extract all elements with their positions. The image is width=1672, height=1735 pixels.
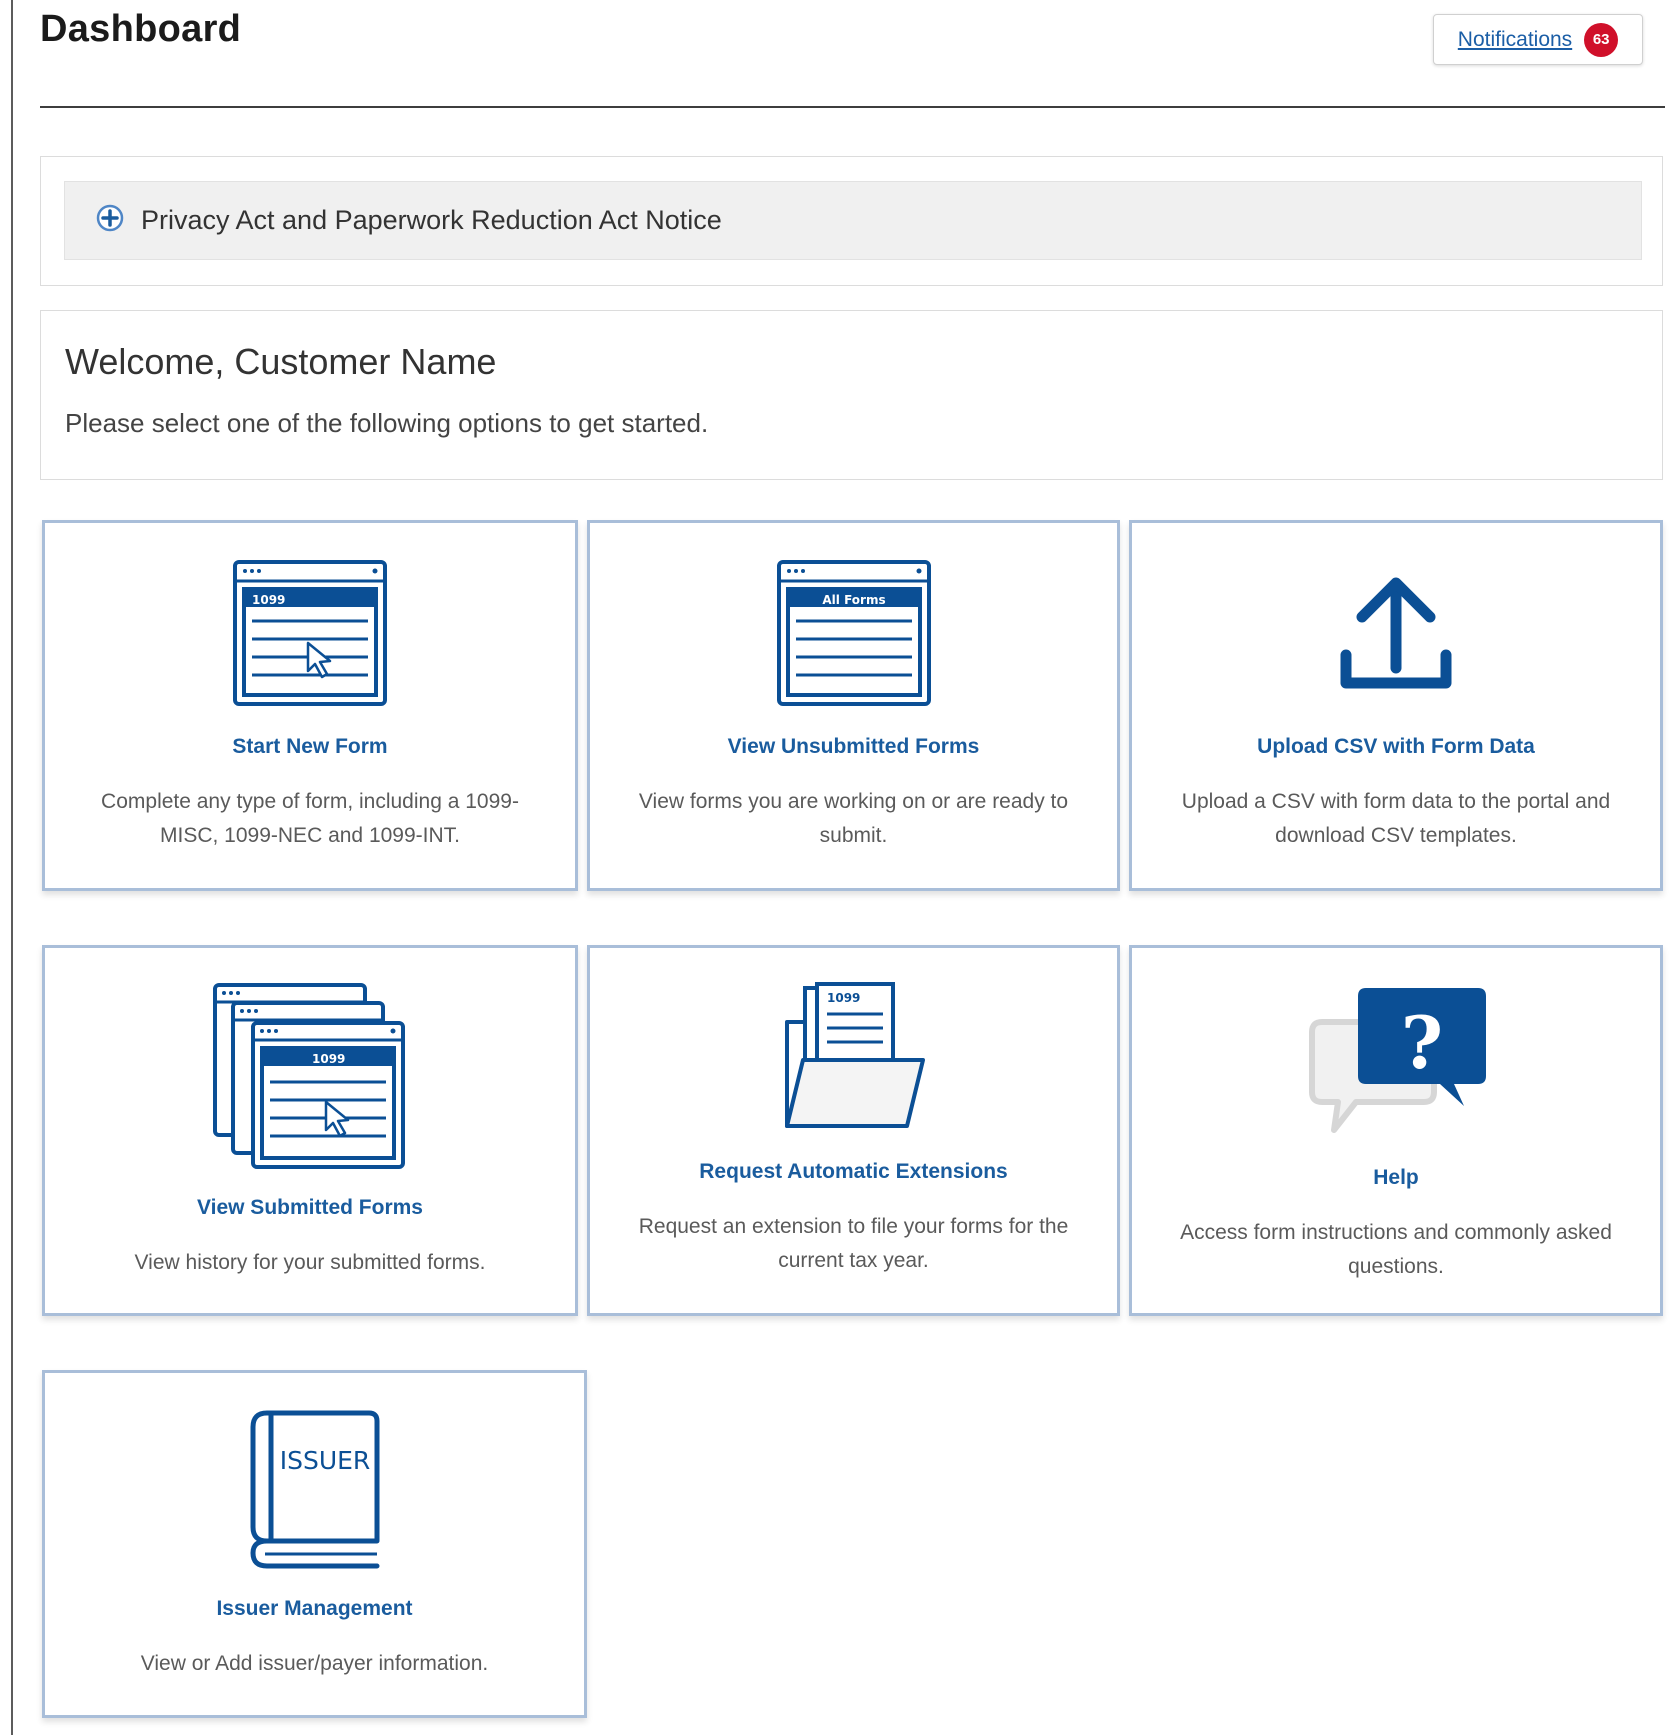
card-upload-csv[interactable]: Upload CSV with Form Data Upload a CSV w… bbox=[1129, 520, 1663, 891]
welcome-panel: Welcome, Customer Name Please select one… bbox=[40, 310, 1663, 480]
upload-icon bbox=[1132, 573, 1660, 693]
privacy-notice-label: Privacy Act and Paperwork Reduction Act … bbox=[141, 205, 722, 235]
privacy-notice-panel: Privacy Act and Paperwork Reduction Act … bbox=[40, 156, 1663, 286]
page-title: Dashboard bbox=[40, 8, 242, 50]
new-form-icon-label: 1099 bbox=[252, 593, 285, 607]
notifications-link[interactable]: Notifications bbox=[1458, 28, 1572, 52]
card-description: Request an extension to file your forms … bbox=[638, 1215, 1069, 1272]
welcome-title: Welcome, Customer Name bbox=[65, 341, 497, 382]
folder-icon: 1099 bbox=[590, 982, 1117, 1130]
submitted-forms-icon: 1099 bbox=[45, 982, 575, 1172]
notifications-count-badge: 63 bbox=[1584, 22, 1619, 57]
card-description: View forms you are working on or are rea… bbox=[638, 790, 1069, 847]
help-icon-label: ? bbox=[1401, 1000, 1443, 1085]
left-border bbox=[11, 0, 13, 1735]
card-description: View or Add issuer/payer information. bbox=[140, 1652, 489, 1675]
notifications-button[interactable]: Notifications 63 bbox=[1433, 14, 1643, 65]
card-description: Access form instructions and commonly as… bbox=[1180, 1221, 1612, 1278]
card-title[interactable]: Upload CSV with Form Data bbox=[1132, 735, 1660, 759]
welcome-subtitle: Please select one of the following optio… bbox=[65, 408, 709, 438]
card-help[interactable]: ? Help Access form instructions and comm… bbox=[1129, 945, 1663, 1316]
all-forms-icon-label: All Forms bbox=[822, 593, 885, 607]
card-view-submitted-forms[interactable]: 1099 View Submitted Forms View history f… bbox=[42, 945, 578, 1316]
plus-circle-icon bbox=[95, 203, 125, 238]
card-title[interactable]: Issuer Management bbox=[45, 1597, 584, 1621]
issuer-icon-label: ISSUER bbox=[279, 1446, 370, 1475]
card-title[interactable]: Start New Form bbox=[45, 735, 575, 759]
submitted-forms-icon-label: 1099 bbox=[312, 1052, 345, 1066]
folder-icon-label: 1099 bbox=[827, 991, 860, 1005]
header-divider bbox=[40, 106, 1665, 108]
privacy-notice-accordion[interactable]: Privacy Act and Paperwork Reduction Act … bbox=[64, 181, 1642, 260]
card-start-new-form[interactable]: 1099 Start New Form Complete any type of… bbox=[42, 520, 578, 891]
card-description: View history for your submitted forms. bbox=[134, 1251, 486, 1274]
card-description: Complete any type of form, including a 1… bbox=[101, 790, 519, 847]
card-view-unsubmitted-forms[interactable]: All Forms View Unsubmitted Forms View fo… bbox=[587, 520, 1120, 891]
card-title[interactable]: View Submitted Forms bbox=[45, 1196, 575, 1220]
card-title[interactable]: Request Automatic Extensions bbox=[590, 1160, 1117, 1184]
card-request-extensions[interactable]: 1099 Request Automatic Extensions Reques… bbox=[587, 945, 1120, 1316]
card-title[interactable]: Help bbox=[1132, 1166, 1660, 1190]
card-issuer-management[interactable]: ISSUER Issuer Management View or Add iss… bbox=[42, 1370, 587, 1718]
new-form-icon: 1099 bbox=[45, 559, 575, 709]
all-forms-icon: All Forms bbox=[590, 559, 1117, 709]
card-description: Upload a CSV with form data to the porta… bbox=[1181, 790, 1611, 847]
help-icon: ? bbox=[1132, 984, 1660, 1134]
issuer-book-icon: ISSUER bbox=[45, 1409, 584, 1571]
card-title[interactable]: View Unsubmitted Forms bbox=[590, 735, 1117, 759]
